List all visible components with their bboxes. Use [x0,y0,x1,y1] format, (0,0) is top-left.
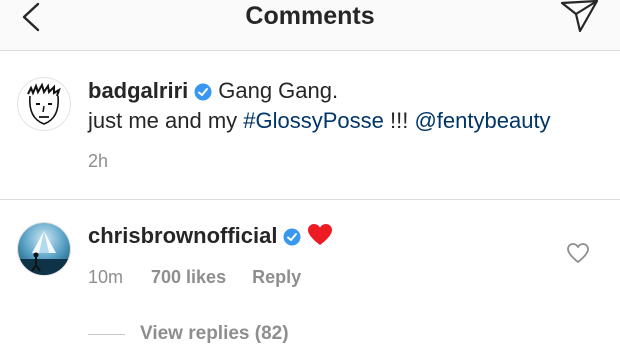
caption-line-1: badgalriri Gang Gang. [88,77,338,108]
paper-plane-icon [560,0,599,33]
share-button[interactable] [560,0,600,33]
replies-dash-divider [88,334,125,335]
caption-timestamp: 2h [88,151,109,171]
comment-timestamp: 10m [88,267,124,287]
caption-username[interactable]: badgalriri [88,78,188,103]
profile-photo-avatar-icon [18,223,70,275]
verified-badge-icon [194,80,212,108]
likes-count[interactable]: 700 likes [151,267,226,287]
mention-link[interactable]: @fentybeauty [414,108,550,133]
caption-text-middle: !!! [383,108,415,133]
red-heart-emoji-icon [308,224,333,245]
like-comment-button[interactable] [566,242,590,264]
comment-avatar[interactable] [17,222,71,276]
doodle-face-avatar-icon [27,82,61,125]
comments-header: Comments [0,0,620,51]
caption-text-prefix: just me and my [88,108,244,133]
comment-meta: 10m 700 likes Reply [88,266,301,288]
comment-line: chrisbrownofficial [88,222,333,253]
page-title: Comments [245,2,375,30]
heart-outline-icon [567,243,589,263]
verified-badge-icon [283,225,301,253]
caption-line-2: just me and my #GlossyPosse !!! @fentybe… [88,107,551,135]
divider [0,199,620,200]
caption-avatar[interactable] [17,77,71,131]
comment-emoji [307,223,333,248]
hashtag-link[interactable]: #GlossyPosse [243,108,384,133]
view-replies-button[interactable]: View replies (82) [140,323,289,345]
caption-text-first: Gang Gang. [218,78,339,103]
comment-username[interactable]: chrisbrownofficial [88,223,277,248]
reply-button[interactable]: Reply [252,267,301,287]
